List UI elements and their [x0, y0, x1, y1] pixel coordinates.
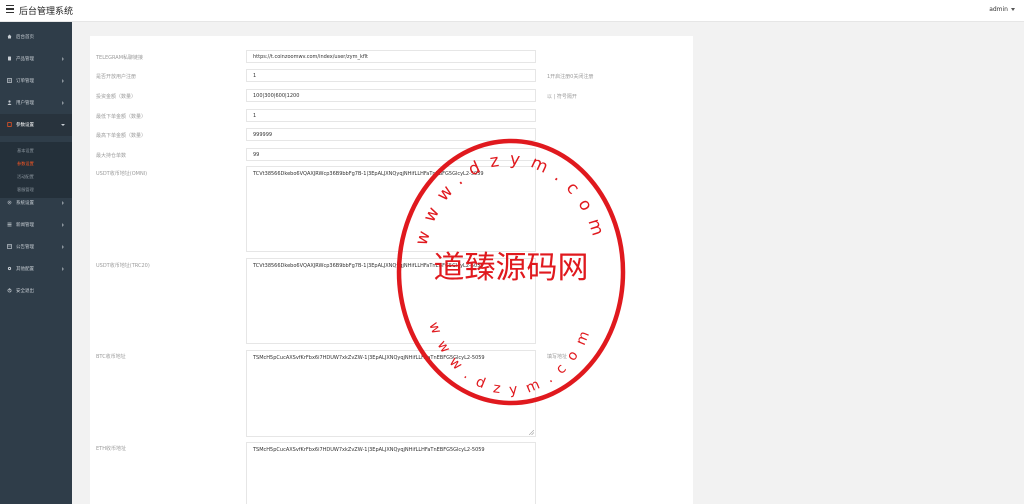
- max-positions-label: 最大持仓单数: [96, 153, 127, 159]
- gear-icon: [7, 200, 12, 205]
- usdt-omni-label: USDT收币地址(OMNI): [96, 171, 148, 177]
- sidebar-item-news[interactable]: 新闻管理: [0, 214, 72, 236]
- sidebar-item-config[interactable]: 其他配置: [0, 258, 72, 280]
- max-order-label: 最高下单金额（数量）: [96, 133, 147, 139]
- open-register-label: 是否开放用户注册: [96, 74, 137, 80]
- usdt-trc20-textarea[interactable]: TCVt38566Dkebo6VQAXJRWcp36B9bbFg7B-1|3Ep…: [246, 258, 536, 344]
- sidebar-item-users[interactable]: 用户管理: [0, 92, 72, 114]
- sidebar-item-label: 系统设置: [16, 201, 34, 206]
- chevron-right-icon: [62, 79, 64, 83]
- telegram-link-label: TELEGRAM私聊链接: [96, 55, 144, 61]
- eth-address-label: ETH收币地址: [96, 446, 126, 452]
- logout-icon: [7, 288, 12, 293]
- sidebar: 后台首页 产品管理 订单管理 用户管理 参数设置 基本设置 参数设置 活动配置 …: [0, 22, 72, 504]
- sidebar-item-label: 后台首页: [16, 35, 34, 40]
- sidebar-item-logout[interactable]: 安全退出: [0, 280, 72, 302]
- invest-amount-label: 投资金额（数量）: [96, 94, 137, 100]
- top-header: 后台管理系统 admin: [0, 0, 1024, 22]
- submenu-item-params[interactable]: 参数设置: [17, 161, 34, 167]
- hamburger-icon[interactable]: [6, 5, 14, 14]
- sidebar-item-label: 参数设置: [16, 123, 34, 128]
- sidebar-item-label: 其他配置: [16, 267, 34, 272]
- home-icon: [7, 34, 12, 39]
- chevron-down-icon: [61, 124, 65, 126]
- min-order-input[interactable]: 1: [246, 109, 536, 122]
- sidebar-item-label: 新闻管理: [16, 223, 34, 228]
- product-icon: [8, 56, 11, 61]
- max-order-input[interactable]: 999999: [246, 128, 536, 141]
- eth-address-value: TSMcH5pCucAXSvfKrFbx6i7HDUW7xkZvZW-1|3Ep…: [253, 447, 485, 453]
- notice-icon: [7, 244, 12, 249]
- btc-address-textarea[interactable]: TSMcH5pCucAXSvfKrFbx6i7HDUW7xkZvZW-1|3Ep…: [246, 350, 536, 437]
- user-menu[interactable]: admin: [989, 6, 1008, 13]
- config-icon: [7, 266, 12, 271]
- telegram-link-input[interactable]: https://t.coinzoomwv.com/index/user/zym_…: [246, 50, 536, 63]
- open-register-hint: 1开启注册0关闭注册: [547, 74, 594, 80]
- invest-amount-hint: 以 | 符号隔开: [547, 94, 577, 100]
- max-positions-input[interactable]: 99: [246, 148, 536, 161]
- chevron-right-icon: [62, 267, 64, 271]
- chevron-right-icon: [62, 223, 64, 227]
- chevron-right-icon: [62, 245, 64, 249]
- btc-address-hint: 填写地址: [547, 354, 568, 360]
- settings-form-panel: TELEGRAM私聊链接 https://t.coinzoomwv.com/in…: [90, 36, 693, 504]
- sidebar-item-label: 安全退出: [16, 289, 34, 294]
- usdt-trc20-value: TCVt38566Dkebo6VQAXJRWcp36B9bbFg7B-1|3Ep…: [253, 263, 484, 269]
- sidebar-item-label: 产品管理: [16, 57, 34, 62]
- eth-address-textarea[interactable]: TSMcH5pCucAXSvfKrFbx6i7HDUW7xkZvZW-1|3Ep…: [246, 442, 536, 504]
- chevron-right-icon: [62, 57, 64, 61]
- resize-grip-icon[interactable]: [529, 430, 534, 435]
- order-icon: [7, 78, 12, 83]
- chevron-right-icon: [62, 101, 64, 105]
- settings-doc-icon: [7, 122, 12, 127]
- sidebar-submenu: 基本设置 参数设置 活动配置 客服管理: [0, 142, 72, 198]
- btc-address-label: BTC收币地址: [96, 354, 126, 360]
- sidebar-item-label: 用户管理: [16, 101, 34, 106]
- usdt-trc20-label: USDT收币地址(TRC20): [96, 263, 150, 269]
- chevron-right-icon: [62, 201, 64, 205]
- app-title: 后台管理系统: [19, 7, 74, 17]
- usdt-omni-value: TCVt38566Dkebo6VQAXJRWcp36B9bbFg7B-1|3Ep…: [253, 171, 484, 177]
- usdt-omni-textarea[interactable]: TCVt38566Dkebo6VQAXJRWcp36B9bbFg7B-1|3Ep…: [246, 166, 536, 252]
- invest-amount-input[interactable]: 100|300|600|1200: [246, 89, 536, 102]
- sidebar-item-label: 订单管理: [16, 79, 34, 84]
- sidebar-item-label: 公告管理: [16, 245, 34, 250]
- news-icon: [7, 222, 12, 227]
- sidebar-item-products[interactable]: 产品管理: [0, 48, 72, 70]
- sidebar-item-orders[interactable]: 订单管理: [0, 70, 72, 92]
- submenu-item-basic[interactable]: 基本设置: [17, 148, 34, 154]
- sidebar-item-notices[interactable]: 公告管理: [0, 236, 72, 258]
- user-icon: [7, 100, 12, 105]
- caret-down-icon[interactable]: [1011, 8, 1015, 11]
- sidebar-item-system[interactable]: 系统设置: [0, 192, 72, 214]
- btc-address-value: TSMcH5pCucAXSvfKrFbx6i7HDUW7xkZvZW-1|3Ep…: [253, 355, 485, 361]
- sidebar-item-params[interactable]: 参数设置: [0, 114, 72, 136]
- submenu-item-activity[interactable]: 活动配置: [17, 174, 34, 180]
- open-register-input[interactable]: 1: [246, 69, 536, 82]
- min-order-label: 最低下单金额（数量）: [96, 114, 147, 120]
- sidebar-item-home[interactable]: 后台首页: [0, 26, 72, 48]
